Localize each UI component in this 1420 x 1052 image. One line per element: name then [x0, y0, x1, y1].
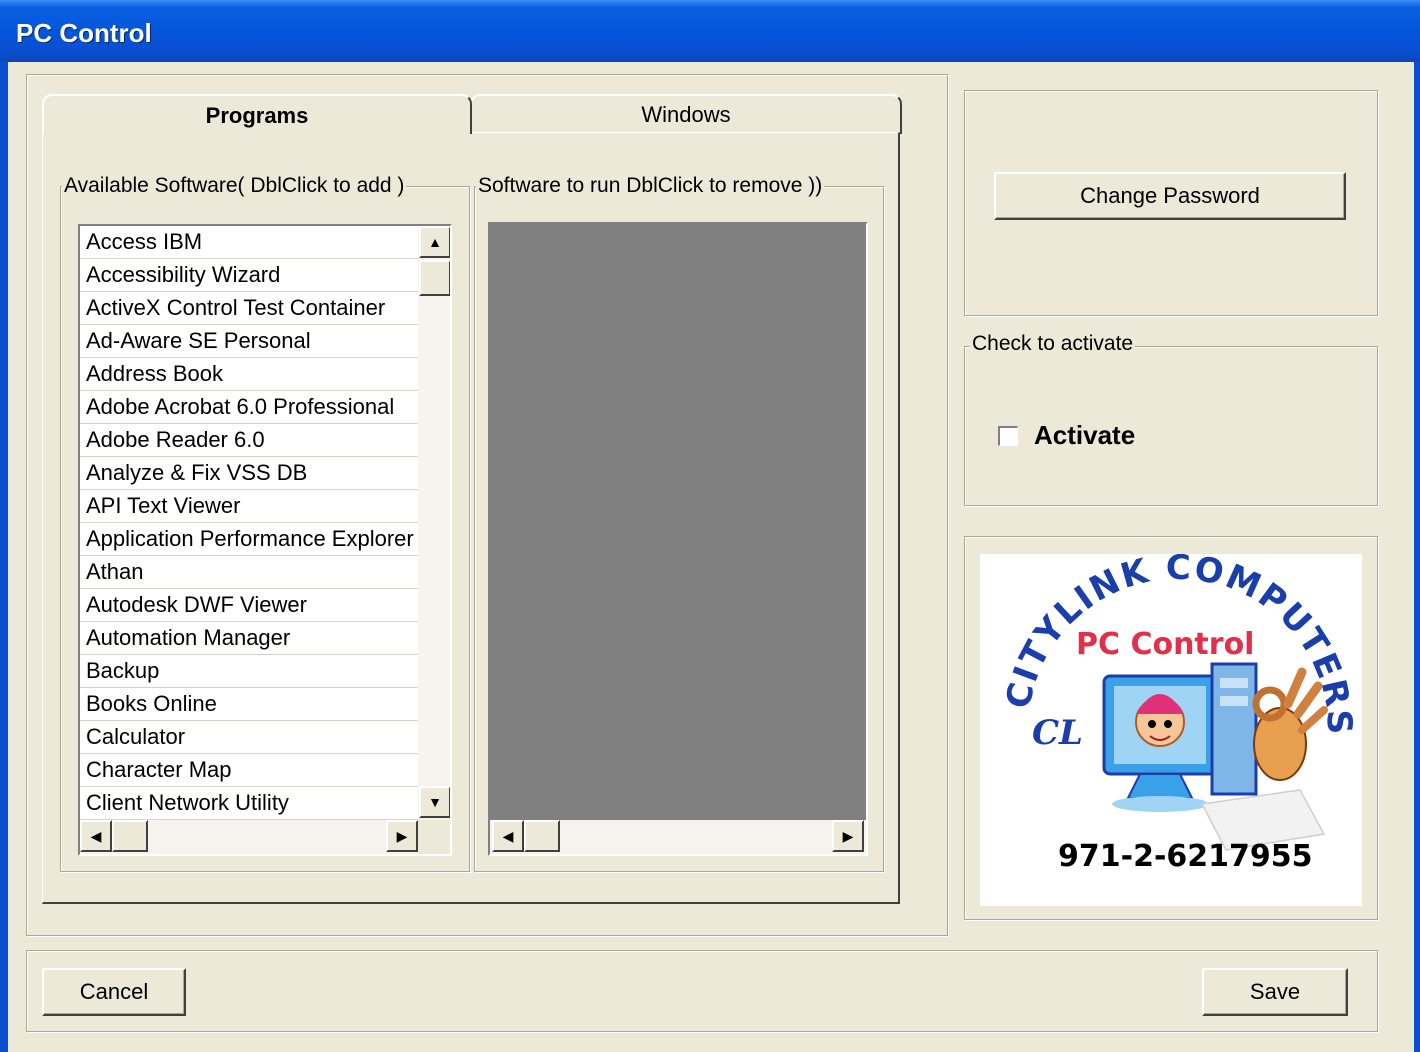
- scroll-down-button[interactable]: ▼: [419, 786, 450, 818]
- list-item[interactable]: Automation Manager: [80, 622, 418, 655]
- available-vscroll-track[interactable]: [418, 226, 450, 820]
- logo-phone-text: 971-2-6217955: [1058, 839, 1313, 874]
- arrow-right-icon: ▶: [842, 827, 854, 844]
- list-item[interactable]: Adobe Acrobat 6.0 Professional: [80, 391, 418, 424]
- list-item[interactable]: Analyze & Fix VSS DB: [80, 457, 418, 490]
- scrollbar-corner: [418, 820, 450, 854]
- software-to-run-list[interactable]: ◀ ▶: [488, 222, 868, 856]
- change-password-button[interactable]: Change Password: [994, 172, 1346, 220]
- change-password-label: Change Password: [1080, 183, 1260, 208]
- tab-programs[interactable]: Programs: [42, 94, 472, 134]
- arrow-left-icon: ◀: [90, 827, 102, 844]
- title-bar[interactable]: PC Control: [0, 0, 1420, 62]
- available-hscroll-thumb[interactable]: [112, 820, 148, 852]
- tab-windows[interactable]: Windows: [470, 94, 902, 134]
- available-software-list[interactable]: Access IBM Accessibility Wizard ActiveX Co…: [78, 224, 452, 856]
- list-item[interactable]: Address Book: [80, 358, 418, 391]
- logo-product-text: PC Control: [1076, 627, 1254, 662]
- list-item[interactable]: Autodesk DWF Viewer: [80, 589, 418, 622]
- list-item[interactable]: API Text Viewer: [80, 490, 418, 523]
- arrow-right-icon: ▶: [396, 827, 408, 844]
- logo-monogram: CL: [1032, 713, 1083, 753]
- activate-group: [964, 346, 1378, 506]
- scroll-up-button[interactable]: ▲: [419, 226, 450, 258]
- list-item[interactable]: Books Online: [80, 688, 418, 721]
- list-item[interactable]: Accessibility Wizard: [80, 259, 418, 292]
- list-item[interactable]: ActiveX Control Test Container: [80, 292, 418, 325]
- cancel-button[interactable]: Cancel: [42, 968, 186, 1016]
- save-button[interactable]: Save: [1202, 968, 1348, 1016]
- software-to-run-caption: Software to run DblClick to remove )): [476, 174, 825, 198]
- torun-scroll-left-button[interactable]: ◀: [492, 820, 524, 852]
- list-item[interactable]: Athan: [80, 556, 418, 589]
- list-item[interactable]: Backup: [80, 655, 418, 688]
- window-frame-right: [1414, 62, 1420, 1052]
- save-label: Save: [1249, 979, 1301, 1004]
- scroll-right-button[interactable]: ▶: [386, 820, 418, 852]
- list-item[interactable]: Client Network Utility: [80, 787, 418, 820]
- list-item[interactable]: Application Performance Explorer: [80, 523, 418, 556]
- activate-checkbox[interactable]: [998, 426, 1018, 446]
- tab-programs-label: Programs: [205, 103, 309, 128]
- activate-caption: Check to activate: [970, 332, 1136, 356]
- torun-hscroll-thumb[interactable]: [524, 820, 560, 852]
- list-item[interactable]: Access IBM: [80, 226, 418, 259]
- available-software-caption: Available Software( DblClick to add ): [62, 174, 407, 198]
- citylink-logo: CITYLINK COMPUTERS PC Control CL 971-2-6…: [980, 554, 1362, 906]
- available-vscroll-thumb[interactable]: [419, 260, 450, 296]
- torun-scroll-right-button[interactable]: ▶: [832, 820, 864, 852]
- arrow-up-icon: ▲: [428, 234, 442, 250]
- arrow-down-icon: ▼: [428, 794, 442, 810]
- cancel-label: Cancel: [79, 979, 149, 1004]
- bottom-bar: [26, 950, 1378, 1032]
- window-title: PC Control: [16, 18, 152, 48]
- arrow-left-icon: ◀: [502, 827, 514, 844]
- list-item[interactable]: Calculator: [80, 721, 418, 754]
- scroll-left-button[interactable]: ◀: [80, 820, 112, 852]
- list-item[interactable]: Ad-Aware SE Personal: [80, 325, 418, 358]
- list-item[interactable]: Adobe Reader 6.0: [80, 424, 418, 457]
- citylink-logo-art: CITYLINK COMPUTERS PC Control CL 971-2-6…: [998, 554, 1357, 874]
- available-software-items: Access IBM Accessibility Wizard ActiveX Co…: [80, 226, 418, 853]
- list-item[interactable]: Character Map: [80, 754, 418, 787]
- activate-label[interactable]: Activate: [1034, 420, 1135, 451]
- window-frame-left: [0, 62, 8, 1052]
- tab-windows-label: Windows: [641, 102, 731, 127]
